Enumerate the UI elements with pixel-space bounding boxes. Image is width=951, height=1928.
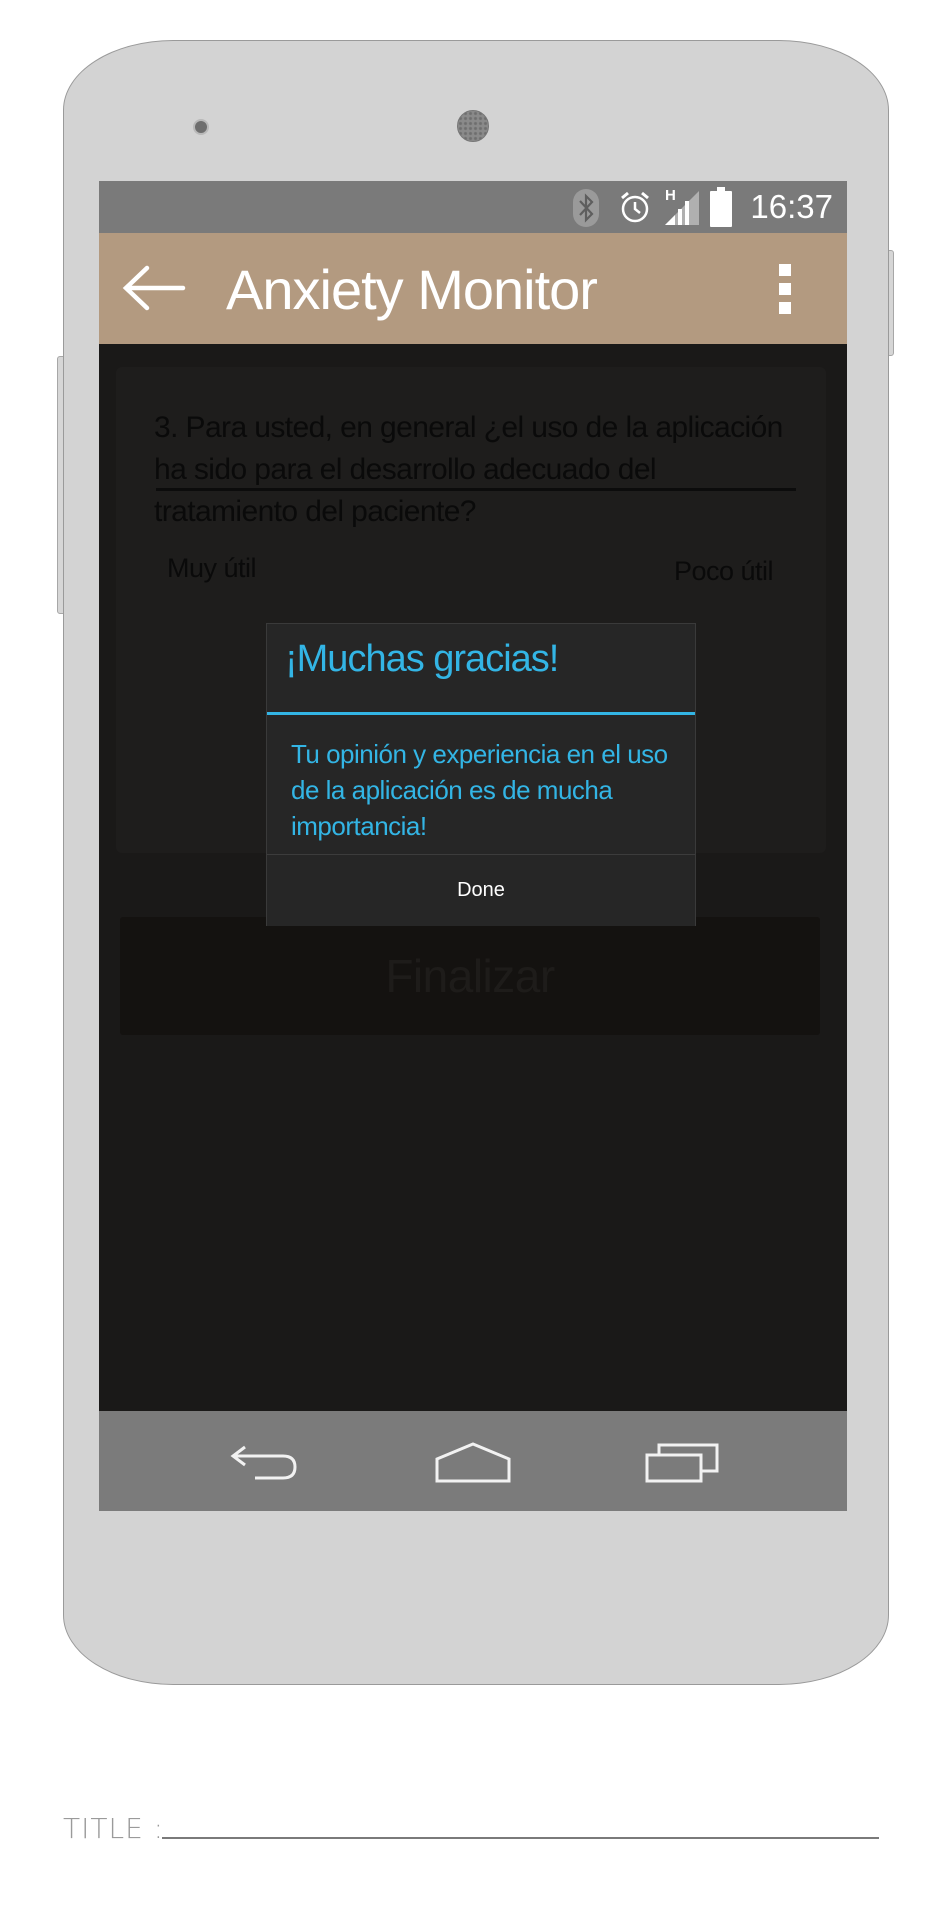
phone-screen: H 16:37 Anxiety Monitor 3. Para usted, e… — [99, 181, 847, 1511]
back-arrow-icon[interactable] — [121, 265, 187, 311]
navigation-bar — [99, 1411, 847, 1511]
dialog-title: ¡Muchas gracias! — [285, 638, 559, 680]
status-bar: H 16:37 — [99, 181, 847, 233]
scale-max-label: Poco útil — [674, 556, 774, 586]
front-camera — [457, 110, 489, 142]
recents-nav-icon[interactable] — [645, 1441, 721, 1483]
rating-slider[interactable] — [156, 488, 796, 491]
bluetooth-icon — [573, 189, 599, 227]
done-button[interactable]: Done — [267, 855, 695, 926]
status-time: 16:37 — [750, 188, 833, 225]
sensor-dot — [193, 119, 209, 135]
title-label: TITLE : — [63, 1812, 165, 1845]
app-bar: Anxiety Monitor — [99, 233, 847, 344]
scale-min-label: Muy útil — [167, 553, 257, 583]
battery-icon — [710, 187, 732, 227]
overflow-menu-icon[interactable] — [779, 264, 793, 316]
back-nav-icon[interactable] — [229, 1441, 301, 1483]
title-underline — [162, 1837, 879, 1839]
alarm-icon — [621, 191, 649, 223]
thank-you-dialog: ¡Muchas gracias! Tu opinión y experienci… — [266, 623, 696, 926]
dialog-button-bar: Done — [267, 854, 695, 926]
dialog-divider — [267, 712, 695, 715]
app-title: Anxiety Monitor — [226, 258, 598, 321]
finish-button[interactable]: Finalizar — [120, 917, 820, 1035]
dialog-message: Tu opinión y experiencia en el uso de la… — [291, 739, 668, 841]
signal-icon — [665, 191, 699, 225]
question-text: 3. Para usted, en general ¿el uso de la … — [154, 411, 783, 528]
home-nav-icon[interactable] — [435, 1441, 511, 1483]
